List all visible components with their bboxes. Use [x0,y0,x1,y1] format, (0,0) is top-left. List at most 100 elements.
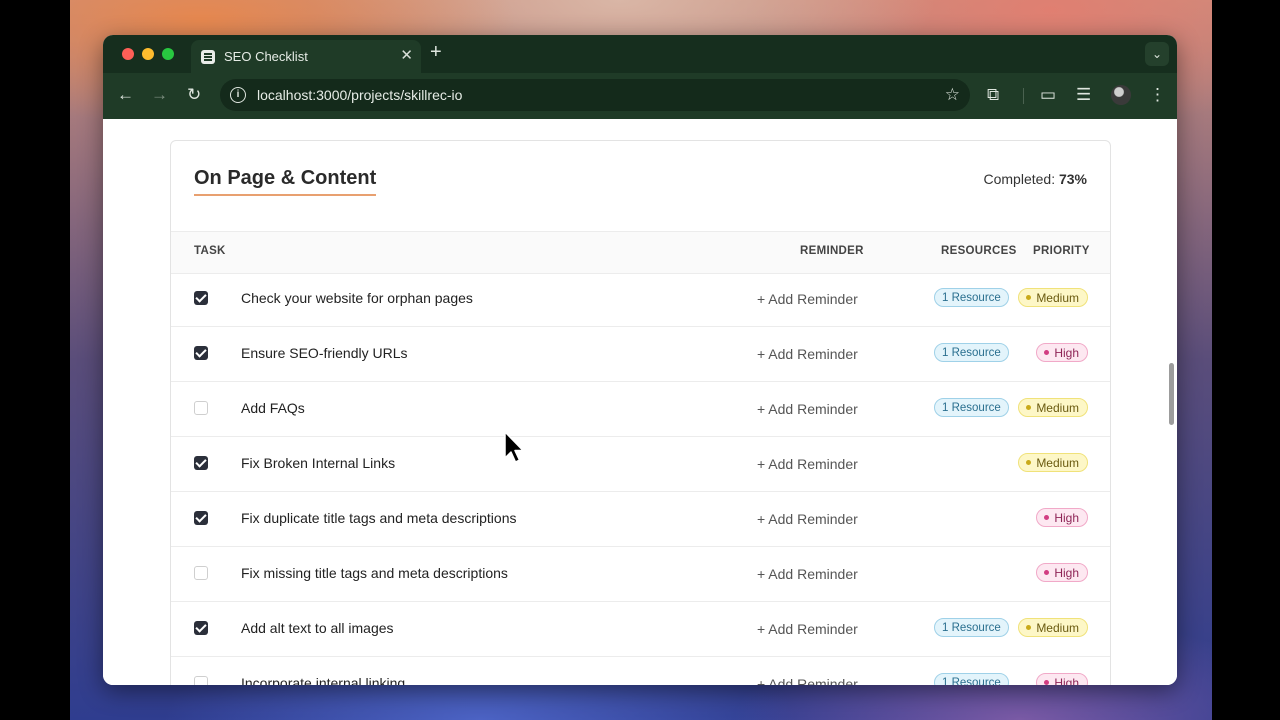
checklist-card: On Page & Content Completed: 73% TASK RE… [170,140,1111,685]
url-text[interactable]: localhost:3000/projects/skillrec-io [257,87,462,103]
task-name[interactable]: Check your website for orphan pages [241,290,473,306]
add-reminder-button[interactable]: + Add Reminder [757,456,858,472]
table-header: TASK REMINDER RESOURCES PRIORITY [171,231,1110,274]
completed-label: Completed: [983,171,1056,187]
table-row[interactable]: Fix missing title tags and meta descript… [171,547,1110,602]
bookmark-star-icon[interactable]: ☆ [945,85,960,105]
priority-label: High [1054,346,1079,360]
close-window-button[interactable] [122,48,134,60]
priority-label: High [1054,511,1079,525]
priority-badge[interactable]: Medium [1018,288,1088,307]
task-name[interactable]: Add alt text to all images [241,620,394,636]
task-checkbox[interactable] [194,676,208,685]
priority-label: High [1054,566,1079,580]
priority-dot-icon [1044,515,1050,521]
task-checkbox[interactable] [194,621,208,635]
priority-dot-icon [1026,295,1032,301]
back-icon[interactable]: ← [117,85,134,105]
table-row[interactable]: Fix duplicate title tags and meta descri… [171,492,1110,547]
priority-badge[interactable]: Medium [1018,618,1088,637]
priority-label: Medium [1036,401,1079,415]
task-checkbox[interactable] [194,291,208,305]
task-list: Check your website for orphan pages + Add… [171,272,1110,685]
card-header: On Page & Content Completed: 73% [171,141,1110,231]
priority-badge[interactable]: High [1036,508,1088,527]
resource-badge[interactable]: 1 Resource [934,343,1009,362]
priority-label: Medium [1036,456,1079,470]
mouse-cursor [504,431,524,463]
priority-badge[interactable]: High [1036,563,1088,582]
add-reminder-button[interactable]: + Add Reminder [757,401,858,417]
resource-badge[interactable]: 1 Resource [934,288,1009,307]
task-checkbox[interactable] [194,401,208,415]
completed-value: 73% [1058,171,1087,187]
priority-dot-icon [1044,350,1050,356]
profile-avatar[interactable] [1111,85,1131,105]
site-info-icon[interactable]: i [230,87,246,103]
task-checkbox[interactable] [194,511,208,525]
tab-search-icon[interactable]: ⌄ [1145,42,1169,66]
task-name[interactable]: Fix duplicate title tags and meta descri… [241,510,516,526]
task-checkbox[interactable] [194,566,208,580]
resource-badge[interactable]: 1 Resource [934,673,1009,685]
add-reminder-button[interactable]: + Add Reminder [757,511,858,527]
table-row[interactable]: Add FAQs + Add Reminder 1 Resource Medium [171,382,1110,437]
title-underline [194,194,376,196]
priority-badge[interactable]: High [1036,673,1088,685]
extensions-icon[interactable]: ⧉ [987,85,999,105]
add-reminder-button[interactable]: + Add Reminder [757,566,858,582]
reload-icon[interactable]: ↻ [187,85,201,105]
close-tab-icon[interactable]: ✕ [400,46,413,64]
toolbar-divider [1023,88,1024,104]
cast-icon[interactable]: ▭ [1040,85,1056,105]
priority-badge[interactable]: High [1036,343,1088,362]
header-task: TASK [194,245,226,257]
letterbox-left [0,0,70,720]
task-name[interactable]: Incorporate internal linking [241,675,405,685]
minimize-window-button[interactable] [142,48,154,60]
completion-status: Completed: 73% [983,171,1087,187]
section-title: On Page & Content [194,167,377,189]
priority-label: Medium [1036,291,1079,305]
table-row[interactable]: Check your website for orphan pages + Add… [171,272,1110,327]
header-resources: RESOURCES [941,245,1017,257]
header-reminder: REMINDER [800,245,864,257]
address-bar[interactable]: i localhost:3000/projects/skillrec-io ☆ [220,79,970,111]
table-row[interactable]: Incorporate internal linking + Add Remind… [171,657,1110,685]
resource-badge[interactable]: 1 Resource [934,398,1009,417]
header-priority: PRIORITY [1033,245,1090,257]
priority-dot-icon [1044,570,1050,576]
page-scrollbar[interactable] [1169,363,1174,425]
media-controls-icon[interactable]: ☰ [1076,85,1091,105]
more-menu-icon[interactable]: ⋮ [1149,85,1166,105]
task-name[interactable]: Fix Broken Internal Links [241,455,395,471]
add-reminder-button[interactable]: + Add Reminder [757,291,858,307]
priority-label: Medium [1036,621,1079,635]
task-name[interactable]: Ensure SEO-friendly URLs [241,345,408,361]
add-reminder-button[interactable]: + Add Reminder [757,621,858,637]
fullscreen-window-button[interactable] [162,48,174,60]
table-row[interactable]: Fix Broken Internal Links + Add Reminder M… [171,437,1110,492]
task-name[interactable]: Fix missing title tags and meta descript… [241,565,508,581]
task-name[interactable]: Add FAQs [241,400,305,416]
browser-window: SEO Checklist ✕ + ⌄ ← → ↻ i localhost:30… [103,35,1177,685]
priority-dot-icon [1044,680,1050,685]
tab-strip: SEO Checklist ✕ + ⌄ [103,35,1177,73]
priority-badge[interactable]: Medium [1018,453,1088,472]
table-row[interactable]: Add alt text to all images + Add Reminder… [171,602,1110,657]
task-checkbox[interactable] [194,346,208,360]
add-reminder-button[interactable]: + Add Reminder [757,346,858,362]
table-row[interactable]: Ensure SEO-friendly URLs + Add Reminder 1 … [171,327,1110,382]
resource-badge[interactable]: 1 Resource [934,618,1009,637]
priority-dot-icon [1026,460,1032,466]
task-checkbox[interactable] [194,456,208,470]
active-tab[interactable]: SEO Checklist ✕ [191,40,421,73]
new-tab-button[interactable]: + [430,41,442,64]
add-reminder-button[interactable]: + Add Reminder [757,676,858,685]
browser-toolbar: ← → ↻ i localhost:3000/projects/skillrec… [103,73,1177,119]
page-viewport: On Page & Content Completed: 73% TASK RE… [103,119,1177,685]
letterbox-right [1212,0,1280,720]
priority-label: High [1054,676,1079,685]
forward-icon[interactable]: → [151,85,168,105]
priority-badge[interactable]: Medium [1018,398,1088,417]
